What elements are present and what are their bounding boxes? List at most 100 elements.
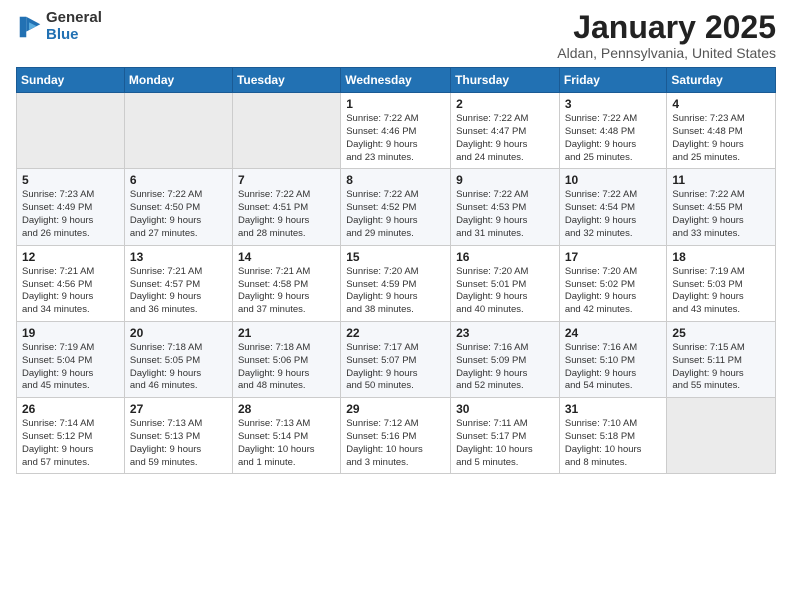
day-of-week-header: Thursday — [451, 68, 560, 93]
day-number: 8 — [346, 173, 445, 187]
day-number: 6 — [130, 173, 227, 187]
day-number: 4 — [672, 97, 770, 111]
day-number: 30 — [456, 402, 554, 416]
calendar-cell: 29 Sunrise: 7:12 AMSunset: 5:16 PMDayligh… — [341, 398, 451, 474]
day-info: Sunrise: 7:23 AMSunset: 4:48 PMDaylight:… — [672, 113, 770, 164]
logo-general-text: General — [46, 10, 102, 27]
title-block: January 2025 Aldan, Pennsylvania, United… — [557, 10, 776, 61]
logo: General Blue — [16, 10, 102, 43]
day-info: Sunrise: 7:22 AMSunset: 4:51 PMDaylight:… — [238, 189, 335, 240]
calendar-cell: 2Sunrise: 7:22 AMSunset: 4:47 PMDaylight… — [451, 93, 560, 169]
calendar-cell: 15Sunrise: 7:20 AMSunset: 4:59 PMDayligh… — [341, 245, 451, 321]
calendar-cell: 19 Sunrise: 7:19 AMSunset: 5:04 PMDayligh… — [17, 321, 125, 397]
day-number: 12 — [22, 250, 119, 264]
calendar-cell: 18Sunrise: 7:19 AMSunset: 5:03 PMDayligh… — [667, 245, 776, 321]
calendar-cell: 31Sunrise: 7:10 AMSunset: 5:18 PMDayligh… — [559, 398, 667, 474]
day-info: Sunrise: 7:20 AMSunset: 4:59 PMDaylight:… — [346, 266, 445, 317]
day-info: Sunrise: 7:12 AMSunset: 5:16 PMDaylight:… — [346, 418, 445, 469]
day-of-week-header: Sunday — [17, 68, 125, 93]
day-number: 17 — [565, 250, 662, 264]
calendar-cell: 11 Sunrise: 7:22 AMSunset: 4:55 PMDayligh… — [667, 169, 776, 245]
day-number: 13 — [130, 250, 227, 264]
day-number: 29 — [346, 402, 445, 416]
day-info: Sunrise: 7:22 AMSunset: 4:46 PMDaylight:… — [346, 113, 445, 164]
day-info: Sunrise: 7:22 AMSunset: 4:50 PMDaylight:… — [130, 189, 227, 240]
day-number: 24 — [565, 326, 662, 340]
day-number: 19 — [22, 326, 119, 340]
day-number: 23 — [456, 326, 554, 340]
calendar-cell: 4 Sunrise: 7:23 AMSunset: 4:48 PMDaylight… — [667, 93, 776, 169]
day-info: Sunrise: 7:18 AMSunset: 5:05 PMDaylight:… — [130, 342, 227, 393]
header: General Blue January 2025 Aldan, Pennsyl… — [16, 10, 776, 61]
calendar-cell: 25 Sunrise: 7:15 AMSunset: 5:11 PMDayligh… — [667, 321, 776, 397]
day-info: Sunrise: 7:22 AMSunset: 4:54 PMDaylight:… — [565, 189, 662, 240]
day-number: 1 — [346, 97, 445, 111]
month-title: January 2025 — [557, 10, 776, 45]
calendar-cell: 8Sunrise: 7:22 AMSunset: 4:52 PMDaylight… — [341, 169, 451, 245]
calendar-cell: 26 Sunrise: 7:14 AMSunset: 5:12 PMDayligh… — [17, 398, 125, 474]
calendar-cell: 7 Sunrise: 7:22 AMSunset: 4:51 PMDaylight… — [232, 169, 340, 245]
calendar-cell: 24Sunrise: 7:16 AMSunset: 5:10 PMDayligh… — [559, 321, 667, 397]
location: Aldan, Pennsylvania, United States — [557, 45, 776, 61]
day-number: 25 — [672, 326, 770, 340]
calendar-cell: 22 Sunrise: 7:17 AMSunset: 5:07 PMDayligh… — [341, 321, 451, 397]
logo-icon — [16, 13, 44, 41]
logo-text: General Blue — [46, 10, 102, 43]
calendar-week-row: 5 Sunrise: 7:23 AMSunset: 4:49 PMDaylight… — [17, 169, 776, 245]
day-info: Sunrise: 7:14 AMSunset: 5:12 PMDaylight:… — [22, 418, 119, 469]
day-info: Sunrise: 7:21 AMSunset: 4:57 PMDaylight:… — [130, 266, 227, 317]
calendar-cell: 6 Sunrise: 7:22 AMSunset: 4:50 PMDaylight… — [124, 169, 232, 245]
calendar-cell — [124, 93, 232, 169]
logo-blue-text: Blue — [46, 27, 102, 44]
calendar-week-row: 19 Sunrise: 7:19 AMSunset: 5:04 PMDayligh… — [17, 321, 776, 397]
day-of-week-header: Monday — [124, 68, 232, 93]
day-number: 26 — [22, 402, 119, 416]
day-info: Sunrise: 7:15 AMSunset: 5:11 PMDaylight:… — [672, 342, 770, 393]
calendar-week-row: 26 Sunrise: 7:14 AMSunset: 5:12 PMDayligh… — [17, 398, 776, 474]
day-info: Sunrise: 7:22 AMSunset: 4:48 PMDaylight:… — [565, 113, 662, 164]
day-info: Sunrise: 7:17 AMSunset: 5:07 PMDaylight:… — [346, 342, 445, 393]
page: General Blue January 2025 Aldan, Pennsyl… — [0, 0, 792, 612]
day-info: Sunrise: 7:19 AMSunset: 5:04 PMDaylight:… — [22, 342, 119, 393]
day-of-week-header: Wednesday — [341, 68, 451, 93]
calendar-cell: 13 Sunrise: 7:21 AMSunset: 4:57 PMDayligh… — [124, 245, 232, 321]
day-number: 9 — [456, 173, 554, 187]
calendar-cell: 16Sunrise: 7:20 AMSunset: 5:01 PMDayligh… — [451, 245, 560, 321]
day-number: 11 — [672, 173, 770, 187]
day-number: 5 — [22, 173, 119, 187]
day-number: 22 — [346, 326, 445, 340]
day-info: Sunrise: 7:20 AMSunset: 5:01 PMDaylight:… — [456, 266, 554, 317]
day-number: 27 — [130, 402, 227, 416]
day-info: Sunrise: 7:16 AMSunset: 5:09 PMDaylight:… — [456, 342, 554, 393]
calendar-cell — [667, 398, 776, 474]
calendar-cell — [17, 93, 125, 169]
day-info: Sunrise: 7:21 AMSunset: 4:56 PMDaylight:… — [22, 266, 119, 317]
calendar-week-row: 12 Sunrise: 7:21 AMSunset: 4:56 PMDayligh… — [17, 245, 776, 321]
day-number: 2 — [456, 97, 554, 111]
calendar-header-row: SundayMondayTuesdayWednesdayThursdayFrid… — [17, 68, 776, 93]
calendar-cell: 14 Sunrise: 7:21 AMSunset: 4:58 PMDayligh… — [232, 245, 340, 321]
calendar-cell: 17Sunrise: 7:20 AMSunset: 5:02 PMDayligh… — [559, 245, 667, 321]
day-number: 7 — [238, 173, 335, 187]
day-info: Sunrise: 7:21 AMSunset: 4:58 PMDaylight:… — [238, 266, 335, 317]
day-number: 18 — [672, 250, 770, 264]
calendar-cell: 1 Sunrise: 7:22 AMSunset: 4:46 PMDaylight… — [341, 93, 451, 169]
day-info: Sunrise: 7:13 AMSunset: 5:14 PMDaylight:… — [238, 418, 335, 469]
day-info: Sunrise: 7:11 AMSunset: 5:17 PMDaylight:… — [456, 418, 554, 469]
day-info: Sunrise: 7:10 AMSunset: 5:18 PMDaylight:… — [565, 418, 662, 469]
calendar-cell: 12 Sunrise: 7:21 AMSunset: 4:56 PMDayligh… — [17, 245, 125, 321]
calendar-cell: 10 Sunrise: 7:22 AMSunset: 4:54 PMDayligh… — [559, 169, 667, 245]
calendar-cell — [232, 93, 340, 169]
calendar-table: SundayMondayTuesdayWednesdayThursdayFrid… — [16, 67, 776, 474]
calendar-cell: 30 Sunrise: 7:11 AMSunset: 5:17 PMDayligh… — [451, 398, 560, 474]
day-of-week-header: Saturday — [667, 68, 776, 93]
calendar-cell: 28 Sunrise: 7:13 AMSunset: 5:14 PMDayligh… — [232, 398, 340, 474]
day-number: 14 — [238, 250, 335, 264]
day-info: Sunrise: 7:22 AMSunset: 4:53 PMDaylight:… — [456, 189, 554, 240]
day-number: 10 — [565, 173, 662, 187]
day-info: Sunrise: 7:22 AMSunset: 4:55 PMDaylight:… — [672, 189, 770, 240]
day-number: 20 — [130, 326, 227, 340]
day-info: Sunrise: 7:13 AMSunset: 5:13 PMDaylight:… — [130, 418, 227, 469]
day-number: 28 — [238, 402, 335, 416]
day-info: Sunrise: 7:23 AMSunset: 4:49 PMDaylight:… — [22, 189, 119, 240]
